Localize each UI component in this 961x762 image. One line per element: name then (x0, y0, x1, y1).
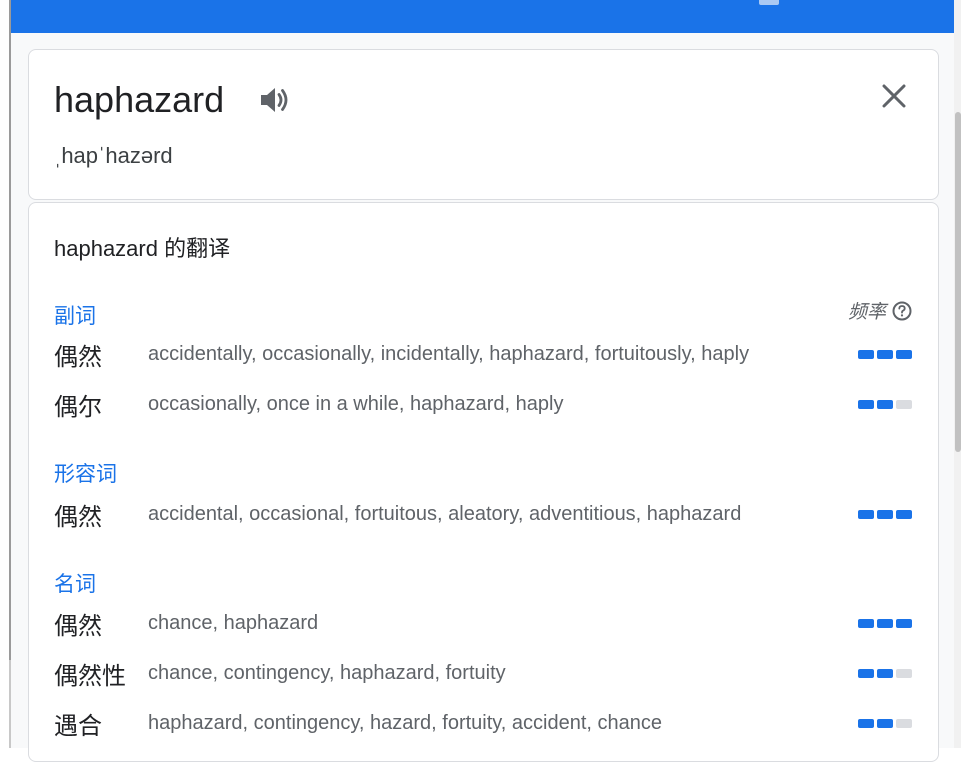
frequency-bar (877, 618, 893, 628)
chinese-term: 偶然性 (54, 662, 126, 690)
chinese-term: 偶然 (54, 612, 102, 640)
pos-heading-adverb: 副词 (54, 305, 96, 328)
frequency-bar (877, 668, 893, 678)
frequency-bar (896, 668, 912, 678)
frequency-bar (896, 509, 912, 519)
headword: haphazard (54, 79, 225, 120)
frequency-bars (858, 349, 912, 359)
chinese-term: 遇合 (54, 712, 102, 740)
translation-row[interactable]: 偶然性 chance, contingency, haphazard, fort… (54, 658, 912, 690)
frequency-header: 频率 (848, 297, 912, 324)
frequency-bars (858, 399, 912, 409)
frequency-bar (858, 399, 874, 409)
translations-title: haphazard 的翻译 (54, 236, 231, 261)
pos-heading-adjective: 形容词 (54, 463, 117, 486)
frequency-bar (858, 668, 874, 678)
translation-row[interactable]: 偶然 chance, haphazard (54, 608, 912, 640)
chinese-term: 偶然 (54, 343, 102, 371)
help-icon[interactable] (892, 301, 912, 321)
frequency-bars (858, 668, 912, 678)
translation-row[interactable]: 偶然 accidental, occasional, fortuitous, a… (54, 499, 912, 531)
top-app-bar (11, 0, 954, 33)
frequency-bar (896, 718, 912, 728)
close-icon[interactable] (878, 80, 910, 112)
translations-card: haphazard 的翻译 频率 副词 偶然 accidentally, occ… (28, 202, 939, 762)
english-synonyms: accidental, occasional, fortuitous, alea… (148, 502, 742, 525)
speaker-icon[interactable] (258, 84, 292, 116)
frequency-bars (858, 618, 912, 628)
frequency-bar (877, 399, 893, 409)
word-header-card: haphazard ˌhapˈhazərd (28, 49, 939, 200)
frequency-bar (896, 618, 912, 628)
frequency-bars (858, 718, 912, 728)
left-window-edge (0, 0, 11, 748)
scrollbar-thumb[interactable] (955, 112, 961, 452)
scrollbar[interactable] (954, 0, 961, 748)
translation-row[interactable]: 遇合 haphazard, contingency, hazard, fortu… (54, 708, 912, 740)
english-synonyms: haphazard, contingency, hazard, fortuity… (148, 711, 663, 734)
frequency-label: 频率 (847, 302, 886, 323)
chinese-term: 偶尔 (54, 393, 102, 421)
frequency-bar (896, 349, 912, 359)
frequency-bar (858, 718, 874, 728)
frequency-bar (858, 618, 874, 628)
frequency-bar (858, 509, 874, 519)
english-synonyms: occasionally, once in a while, haphazard… (148, 392, 564, 415)
frequency-bar (877, 718, 893, 728)
frequency-bar (896, 399, 912, 409)
frequency-bars (858, 509, 912, 519)
english-synonyms: chance, haphazard (148, 611, 319, 634)
pos-heading-noun: 名词 (54, 573, 96, 596)
english-synonyms: chance, contingency, haphazard, fortuity (148, 661, 506, 684)
frequency-bar (858, 349, 874, 359)
frequency-bar (877, 349, 893, 359)
frequency-bar (877, 509, 893, 519)
phonetic-transcription: ˌhapˈhazərd (54, 143, 173, 168)
english-synonyms: accidentally, occasionally, incidentally… (148, 342, 750, 365)
translation-row[interactable]: 偶尔 occasionally, once in a while, haphaz… (54, 389, 912, 421)
chinese-term: 偶然 (54, 503, 102, 531)
translation-row[interactable]: 偶然 accidentally, occasionally, incidenta… (54, 339, 912, 371)
